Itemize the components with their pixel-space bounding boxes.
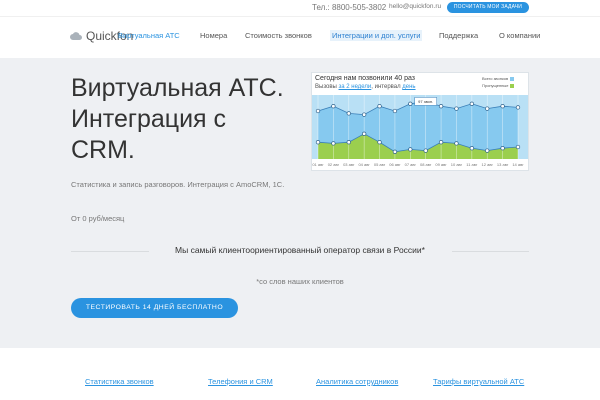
interval-link[interactable]: день: [402, 84, 415, 90]
point-total[interactable]: [515, 105, 521, 110]
x-tick-label: 03 авг: [343, 162, 355, 167]
point-total[interactable]: [362, 112, 367, 117]
x-tick-label: 05 авг: [374, 162, 386, 167]
footer-links: Статистика звонков Телефония и CRM Анали…: [0, 348, 600, 400]
top-bar: Тел.: 8800-505-3802 hello@quickfon.ru по…: [0, 0, 600, 16]
footer-link-staff-analytics[interactable]: Аналитика сотрудников: [316, 377, 398, 386]
free-trial-button[interactable]: Тестировать 14 дней бесплатно: [71, 298, 238, 318]
point-total[interactable]: [331, 104, 336, 109]
x-tick-label: 02 авг: [328, 162, 340, 167]
hero-title-line-2: Интеграция с: [71, 105, 227, 133]
point-missed[interactable]: [500, 146, 505, 151]
point-missed[interactable]: [423, 148, 428, 153]
footer-link-call-stats[interactable]: Статистика звонков: [85, 377, 154, 386]
nav-item-virtual-pbx[interactable]: Виртуальная АТС: [118, 31, 180, 40]
tagline-divider-right: [452, 251, 529, 252]
point-missed[interactable]: [331, 141, 336, 146]
point-missed[interactable]: [362, 131, 367, 136]
point-missed[interactable]: [408, 147, 413, 152]
x-tick-label: 01 авг: [312, 162, 324, 167]
hero-section: Виртуальная АТС. Интеграция с CRM. Стати…: [0, 58, 600, 348]
footer-link-pbx-rates[interactable]: Тарифы виртуальной АТС: [433, 377, 524, 386]
nav-item-support[interactable]: Поддержка: [439, 31, 478, 40]
chart-subtitle: Вызовы за 2 недели, интервал день: [315, 84, 416, 90]
hero-title-line-3: CRM.: [71, 136, 135, 164]
point-total[interactable]: [346, 111, 351, 116]
legend-total-label: Всего звонков: [482, 76, 509, 81]
point-total[interactable]: [408, 101, 413, 106]
legend-item-missed: Пропущенные: [482, 82, 515, 89]
x-tick-label: 04 авг: [358, 162, 370, 167]
legend-item-total: Всего звонков: [482, 75, 515, 82]
point-total[interactable]: [315, 108, 321, 114]
hero-price: От 0 руб/месяц: [71, 214, 125, 223]
chart-title: Сегодня нам позвонили 40 раз: [315, 75, 415, 82]
chart-calls-prefix: Вызовы: [315, 84, 337, 90]
x-tick-label: 06 авг: [389, 162, 401, 167]
point-missed[interactable]: [454, 141, 459, 146]
email-link[interactable]: hello@quickfon.ru: [389, 3, 441, 10]
x-tick-label: 13 авг: [497, 162, 509, 167]
point-missed[interactable]: [315, 140, 321, 145]
point-missed[interactable]: [392, 149, 398, 154]
point-missed[interactable]: [438, 140, 444, 145]
point-missed[interactable]: [346, 140, 351, 145]
tagline-note: *со слов наших клиентов: [256, 277, 344, 286]
chart-legend: Всего звонков Пропущенные: [482, 75, 515, 89]
calculate-tasks-button[interactable]: посчитать мои задачи: [447, 2, 529, 13]
point-total[interactable]: [438, 104, 444, 109]
legend-missed-swatch: [510, 83, 515, 88]
point-total[interactable]: [377, 104, 382, 109]
point-total[interactable]: [392, 108, 398, 114]
point-total[interactable]: [485, 106, 490, 111]
hero-title: Виртуальная АТС. Интеграция с CRM.: [71, 73, 311, 166]
hero-title-line-1: Виртуальная АТС.: [71, 74, 284, 102]
point-missed[interactable]: [515, 144, 521, 150]
chart-tooltip-text: 97 звон.: [418, 99, 433, 104]
nav-item-call-cost[interactable]: Стоимость звонков: [245, 31, 312, 40]
x-tick-label: 10 авг: [451, 162, 463, 167]
x-tick-label: 08 авг: [420, 162, 432, 167]
footer-link-telephony-crm[interactable]: Телефония и CRM: [208, 377, 273, 386]
point-total[interactable]: [454, 106, 459, 111]
interval-label: , интервал: [371, 84, 401, 90]
nav-item-integrations[interactable]: Интеграции и доп. услуги: [330, 30, 423, 41]
legend-missed-label: Пропущенные: [482, 83, 509, 88]
x-tick-label: 12 авг: [482, 162, 494, 167]
x-tick-label: 09 авг: [435, 162, 447, 167]
legend-total-swatch: [510, 76, 515, 81]
point-missed[interactable]: [377, 140, 382, 145]
calls-chart-plot: 01 авг 02 авг 03 авг 04 авг 05 авг 06 авг 07 а…: [312, 95, 528, 167]
hero-subtitle: Статистика и запись разговоров. Интеграц…: [71, 180, 285, 189]
x-tick-label: 07 авг: [405, 162, 417, 167]
period-link[interactable]: за 2 недели: [339, 84, 372, 90]
point-total[interactable]: [469, 101, 474, 106]
point-missed[interactable]: [485, 148, 490, 153]
x-tick-label: 14 авг: [512, 162, 524, 167]
cloud-icon: [70, 32, 82, 40]
x-tick-label: 11 авг: [466, 162, 478, 167]
header: Quickfon Виртуальная АТС Номера Стоимост…: [0, 16, 600, 58]
point-missed[interactable]: [469, 146, 474, 151]
tagline: Мы самый клиентоориентированный оператор…: [175, 245, 425, 255]
calls-chart-widget: Сегодня нам позвонили 40 раз Вызовы за 2…: [311, 72, 529, 171]
nav-item-about[interactable]: О компании: [499, 31, 540, 40]
nav-item-numbers[interactable]: Номера: [200, 31, 227, 40]
phone-number[interactable]: Тел.: 8800-505-3802: [312, 3, 386, 12]
point-total[interactable]: [500, 104, 505, 109]
